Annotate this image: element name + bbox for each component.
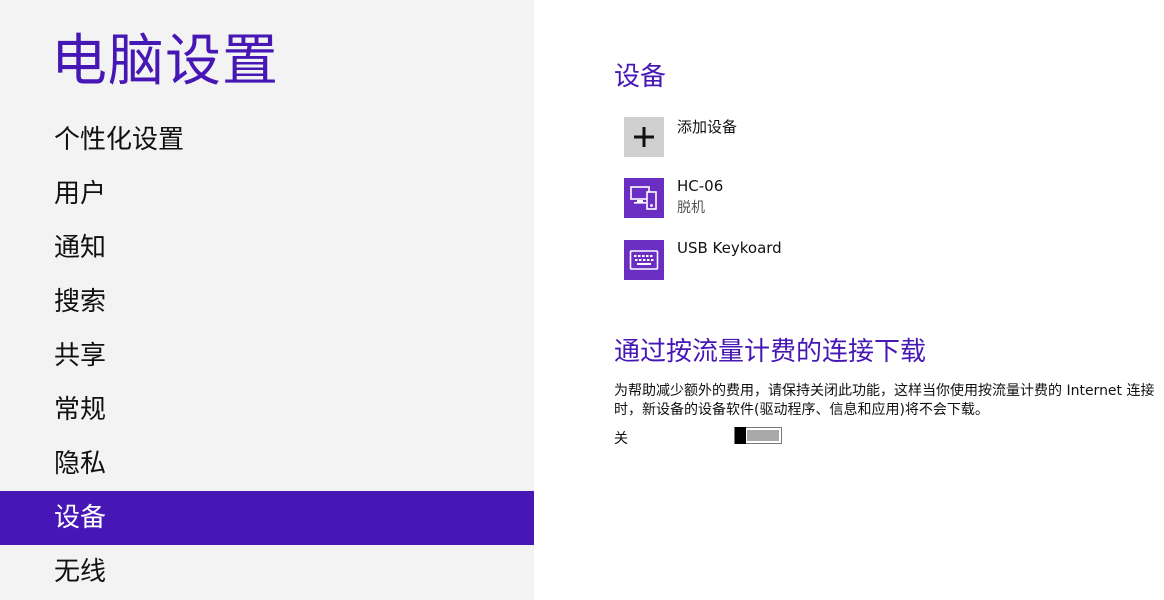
device-usb-keyboard[interactable]: USB Keykoard xyxy=(624,239,1024,282)
main-content: 设备 添加设备 HC-06 脱机 USB Keykoard 通过按流量计费的连接… xyxy=(614,0,1164,600)
sidebar-item-wireless[interactable]: 无线 xyxy=(0,545,534,599)
sidebar-item-privacy[interactable]: 隐私 xyxy=(0,437,534,491)
sidebar-item-search[interactable]: 搜索 xyxy=(0,275,534,329)
add-device-button[interactable]: 添加设备 xyxy=(624,117,1024,159)
sidebar-item-share[interactable]: 共享 xyxy=(0,329,534,383)
sidebar-nav: 个性化设置 用户 通知 搜索 共享 常规 隐私 设备 无线 xyxy=(0,113,534,599)
sidebar-item-personalize[interactable]: 个性化设置 xyxy=(0,113,534,167)
sidebar-item-devices[interactable]: 设备 xyxy=(0,491,534,545)
devices-section-title: 设备 xyxy=(614,62,667,92)
page-title: 电脑设置 xyxy=(51,29,279,94)
toggle-state-label: 关 xyxy=(614,431,628,447)
metered-download-toggle[interactable] xyxy=(734,427,782,444)
metered-section-title: 通过按流量计费的连接下载 xyxy=(614,337,927,367)
pc-phone-icon xyxy=(624,178,664,218)
sidebar-item-notifications[interactable]: 通知 xyxy=(0,221,534,275)
device-name: 添加设备 xyxy=(677,118,738,136)
device-status: 脱机 xyxy=(677,200,705,216)
device-hc-06[interactable]: HC-06 脱机 xyxy=(624,177,1024,220)
sidebar-item-general[interactable]: 常规 xyxy=(0,383,534,437)
device-name: HC-06 xyxy=(677,177,724,195)
metered-description: 为帮助减少额外的费用，请保持关闭此功能，这样当你使用按流量计费的 Interne… xyxy=(614,383,1155,418)
keyboard-icon xyxy=(624,240,664,280)
plus-icon xyxy=(624,117,664,157)
toggle-track xyxy=(747,430,779,441)
device-name: USB Keykoard xyxy=(677,239,782,257)
toggle-knob[interactable] xyxy=(735,427,746,444)
sidebar-item-users[interactable]: 用户 xyxy=(0,167,534,221)
sidebar: 电脑设置 个性化设置 用户 通知 搜索 共享 常规 隐私 设备 无线 xyxy=(0,0,534,600)
